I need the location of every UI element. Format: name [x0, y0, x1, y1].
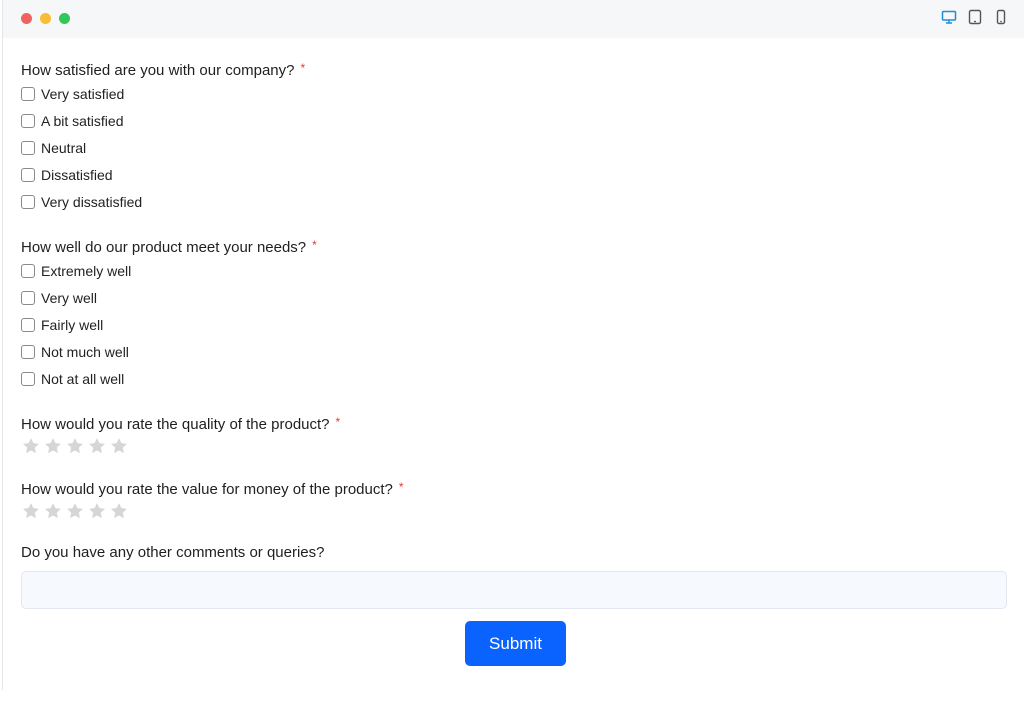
- checkbox[interactable]: [21, 140, 35, 155]
- star-icon[interactable]: [43, 501, 63, 521]
- option-label: Fairly well: [41, 316, 104, 333]
- mobile-icon[interactable]: [992, 8, 1010, 26]
- submit-button[interactable]: Submit: [465, 621, 566, 666]
- checkbox[interactable]: [21, 371, 35, 386]
- checkbox[interactable]: [21, 290, 35, 305]
- option-very-satisfied[interactable]: Very satisfied: [21, 80, 1011, 107]
- option-label: Very satisfied: [41, 85, 125, 102]
- checkbox[interactable]: [21, 344, 35, 359]
- star-icon[interactable]: [21, 501, 41, 521]
- star-icon[interactable]: [109, 436, 129, 456]
- option-not-at-all-well[interactable]: Not at all well: [21, 365, 1011, 392]
- star-rating: [21, 499, 1011, 523]
- option-label: Very well: [41, 289, 98, 306]
- option-extremely-well[interactable]: Extremely well: [21, 257, 1011, 284]
- title-bar: [3, 0, 1024, 38]
- option-label: A bit satisfied: [41, 112, 124, 129]
- question-label: How would you rate the value for money o…: [21, 480, 404, 498]
- checkbox[interactable]: [21, 113, 35, 128]
- star-icon[interactable]: [21, 436, 41, 456]
- checkbox[interactable]: [21, 194, 35, 209]
- option-label: Extremely well: [41, 262, 132, 279]
- star-icon[interactable]: [43, 436, 63, 456]
- rating-value-for-money: How would you rate the value for money o…: [21, 477, 1011, 523]
- star-icon[interactable]: [109, 501, 129, 521]
- question-label: How satisfied are you with our company? *: [21, 61, 306, 79]
- option-very-dissatisfied[interactable]: Very dissatisfied: [21, 188, 1011, 215]
- option-neutral[interactable]: Neutral: [21, 134, 1011, 161]
- comments-section: Do you have any other comments or querie…: [21, 543, 1011, 609]
- tablet-icon[interactable]: [966, 8, 984, 26]
- desktop-icon[interactable]: [940, 8, 958, 26]
- star-rating: [21, 434, 1011, 458]
- close-window-button[interactable]: [21, 13, 32, 24]
- option-fairly-well[interactable]: Fairly well: [21, 311, 1011, 338]
- comments-input[interactable]: [21, 571, 1007, 609]
- star-icon[interactable]: [87, 436, 107, 456]
- rating-quality: How would you rate the quality of the pr…: [21, 412, 1011, 458]
- option-label: Very dissatisfied: [41, 193, 143, 210]
- app-window: How satisfied are you with our company? *…: [2, 0, 1024, 690]
- question-satisfaction: How satisfied are you with our company? *…: [21, 58, 1011, 215]
- checkbox[interactable]: [21, 317, 35, 332]
- required-marker: *: [335, 415, 341, 429]
- question-label: Do you have any other comments or querie…: [21, 544, 325, 561]
- option-a-bit-satisfied[interactable]: A bit satisfied: [21, 107, 1011, 134]
- checkbox[interactable]: [21, 86, 35, 101]
- question-label: How well do our product meet your needs?…: [21, 238, 317, 256]
- question-product-needs: How well do our product meet your needs?…: [21, 235, 1011, 392]
- zoom-window-button[interactable]: [59, 13, 70, 24]
- option-not-much-well[interactable]: Not much well: [21, 338, 1011, 365]
- required-marker: *: [300, 61, 306, 75]
- option-dissatisfied[interactable]: Dissatisfied: [21, 161, 1011, 188]
- option-label: Not at all well: [41, 370, 125, 387]
- required-marker: *: [398, 480, 404, 494]
- star-icon[interactable]: [87, 501, 107, 521]
- question-label: How would you rate the quality of the pr…: [21, 415, 341, 433]
- option-label: Dissatisfied: [41, 166, 113, 183]
- option-label: Not much well: [41, 343, 129, 360]
- minimize-window-button[interactable]: [40, 13, 51, 24]
- star-icon[interactable]: [65, 501, 85, 521]
- option-very-well[interactable]: Very well: [21, 284, 1011, 311]
- survey-form: How satisfied are you with our company? *…: [21, 58, 1011, 609]
- checkbox[interactable]: [21, 167, 35, 182]
- option-label: Neutral: [41, 139, 87, 156]
- required-marker: *: [312, 238, 317, 252]
- star-icon[interactable]: [65, 436, 85, 456]
- checkbox[interactable]: [21, 263, 35, 278]
- device-preview-switcher: [940, 8, 1010, 26]
